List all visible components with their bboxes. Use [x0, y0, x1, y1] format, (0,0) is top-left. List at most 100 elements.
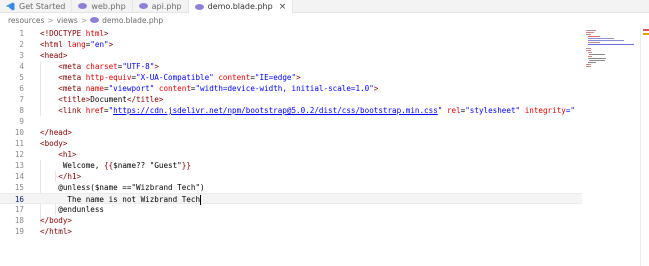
code-token: @endunless: [40, 205, 105, 214]
code-token: @unless($name ==: [40, 183, 132, 192]
code-token: <body>: [40, 139, 68, 148]
line-number: 17: [14, 205, 24, 214]
code-token: >: [104, 29, 109, 38]
code-token: <!DOCTYPE: [40, 29, 86, 38]
code-token: {{: [104, 161, 114, 170]
code-token: https://cdn.jsdelivr.net/npm/bootstrap@5…: [113, 106, 438, 115]
tab-label: demo.blade.php: [207, 2, 273, 11]
code-line[interactable]: 5 <meta http-equiv="X-UA-Compatible" con…: [0, 72, 582, 83]
code-token: "viewport": [108, 84, 155, 93]
code-line[interactable]: 18 </body>: [0, 215, 582, 226]
line-number: 2: [19, 40, 24, 49]
tab-web-php[interactable]: web.php: [72, 0, 133, 12]
code-token: </h1>: [40, 172, 82, 181]
code-line[interactable]: 13 Welcome, {{$name?? "Guest"}}: [0, 160, 582, 171]
vertical-scrollbar[interactable]: [640, 28, 649, 266]
code-token: content: [218, 73, 251, 82]
code-text: <meta name="viewport" content="width=dev…: [40, 83, 378, 94]
scrollbar-marker: [643, 33, 649, 35]
minimap-line: [588, 56, 592, 57]
code-line[interactable]: 11 <body>: [0, 138, 582, 149]
tab-get-started[interactable]: Get Started: [0, 0, 73, 12]
code-token: "UTF-8": [122, 62, 155, 71]
tab-label: Get Started: [19, 1, 66, 11]
code-token: rel: [446, 106, 461, 115]
code-token: "en": [90, 40, 109, 49]
code-line[interactable]: 10 </head>: [0, 127, 582, 138]
code-line[interactable]: 2 <html lang="en">: [0, 39, 582, 50]
editor-tab-bar: Get Started web.php api.php demo.blade.php ×: [0, 0, 649, 13]
line-number: 12: [14, 150, 24, 159]
breadcrumb-item[interactable]: views: [57, 16, 78, 25]
code-text: <title>Document</title>: [40, 94, 163, 105]
code-token: charset: [85, 62, 118, 71]
code-line[interactable]: 4 <meta charset="UTF-8">: [0, 61, 582, 72]
tab-label: web.php: [91, 1, 126, 11]
code-text: <body>: [40, 138, 67, 149]
code-line[interactable]: 15 @unless($name =="Wizbrand Tech"): [0, 182, 582, 193]
code-line[interactable]: 7 <title>Document</title>: [0, 94, 582, 105]
code-line[interactable]: 19 </html>: [0, 226, 582, 237]
code-line[interactable]: 8 <link href =" https://cdn.jsdelivr.net/n…: [0, 105, 582, 116]
line-number: 11: [14, 139, 24, 148]
code-line[interactable]: 12 <h1>: [0, 149, 582, 160]
code-token: http-equiv: [85, 73, 132, 82]
code-token: <meta: [40, 62, 86, 71]
code-line[interactable]: 6 <meta name="viewport" content="width=d…: [0, 83, 582, 94]
minimap-line: [586, 50, 591, 51]
code-token: "width=device-width, initial-scale=1.0": [195, 84, 374, 93]
code-editor[interactable]: 1 <!DOCTYPE html> 2 <html lang="en"> 3 <head>…: [0, 28, 649, 266]
line-number: 18: [14, 216, 24, 225]
minimap-line: [586, 34, 591, 35]
code-token: <head>: [40, 51, 68, 60]
php-file-icon: [78, 3, 88, 9]
code-line-current[interactable]: 16 The name is not Wizbrand Tech: [0, 193, 582, 205]
code-token: content: [158, 84, 191, 93]
minimap[interactable]: [584, 28, 634, 68]
code-token: The name is not Wizbrand Tech: [40, 195, 201, 204]
code-line[interactable]: 3 <head>: [0, 50, 582, 61]
scrollbar-marker: [643, 29, 649, 31]
minimap-line: [589, 60, 605, 61]
code-token: "Wizbrand Tech": [131, 183, 201, 192]
code-token: </body>: [40, 216, 73, 225]
code-token: "stylesheet": [465, 106, 521, 115]
code-line[interactable]: 14 </h1>: [0, 171, 582, 182]
code-line[interactable]: 1 <!DOCTYPE html>: [0, 28, 582, 39]
code-token: lang: [67, 40, 86, 49]
line-number: 3: [19, 51, 24, 60]
code-token: </head>: [40, 128, 73, 137]
tab-demo-blade-php[interactable]: demo.blade.php ×: [188, 0, 294, 13]
code-token: "Guest": [149, 161, 182, 170]
code-text: </h1>: [40, 171, 81, 182]
minimap-line: [586, 32, 594, 33]
minimap-line: [588, 40, 624, 41]
php-file-icon: [194, 3, 204, 10]
php-file-icon: [90, 17, 100, 23]
breadcrumb: resources > views > demo.blade.php: [8, 15, 163, 25]
code-text: <meta charset="UTF-8">: [40, 61, 159, 72]
code-text: <h1>: [40, 149, 76, 160]
line-number: 5: [19, 73, 24, 82]
code-text: Welcome, {{$name?? "Guest"}}: [40, 160, 191, 171]
code-token: <meta: [40, 73, 86, 82]
breadcrumb-item[interactable]: demo.blade.php: [102, 16, 163, 25]
code-token: >: [108, 40, 114, 49]
code-line[interactable]: 9: [0, 116, 582, 127]
code-token: </html>: [40, 227, 73, 236]
code-token: name: [85, 84, 105, 93]
code-token: >: [154, 62, 159, 71]
line-number: 19: [14, 227, 24, 236]
code-token: href: [85, 106, 105, 115]
tab-api-php[interactable]: api.php: [133, 0, 189, 12]
minimap-line: [588, 42, 600, 43]
code-token: <link: [40, 106, 86, 115]
minimap-line: [588, 36, 600, 37]
breadcrumb-item[interactable]: resources: [8, 16, 44, 25]
code-token: >: [296, 73, 301, 82]
code-text: </head>: [40, 127, 72, 138]
code-token: <meta: [40, 84, 86, 93]
code-line[interactable]: 17 @endunless: [0, 204, 582, 215]
code-text: <!DOCTYPE html>: [40, 28, 109, 39]
close-icon[interactable]: ×: [279, 2, 287, 12]
